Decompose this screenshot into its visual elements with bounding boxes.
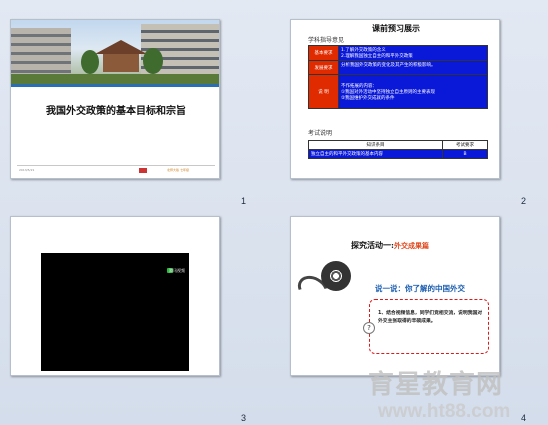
row-label: 说 明 — [308, 74, 339, 109]
section-label: 学科指导意见 — [308, 37, 345, 44]
activity-subheading: 说一说：你了解的中国外交 — [375, 284, 465, 293]
activity-heading: 探究活动一:外交成果篇 — [351, 240, 429, 250]
question-box: 1、结合视频信息，同学们竞相交流，说明我国对外交主张取得的丰硕成果。 — [369, 299, 489, 354]
question-mark-icon: ? — [363, 322, 375, 334]
film-reel-icon — [321, 261, 351, 291]
slide-title: 课前预习展示 — [372, 24, 420, 33]
exam-table: 知识条目 考试要求 独立自主的和平外交政策的基本内容 B — [308, 140, 488, 159]
slide-number-2: 2 — [521, 196, 527, 206]
watermark-logo: 育星教育网 — [368, 370, 504, 400]
slide-thumbnail-3[interactable]: 腾讯视频 — [10, 216, 220, 376]
slide-number-3: 3 — [241, 413, 247, 423]
title-divider — [11, 84, 219, 87]
footer-logo-icon — [139, 168, 147, 173]
watermark-url: www.ht88.com — [378, 401, 511, 422]
guidance-table: 基本要求 1.了解外交政策的含义 2.理解我国独立自主的和平外交政策 发展要求 … — [308, 45, 488, 109]
row-label: 发展要求 — [308, 60, 339, 75]
slide-title: 我国外交政策的基本目标和宗旨 — [46, 106, 186, 117]
slide-number-1: 1 — [241, 196, 247, 206]
section-label: 考试说明 — [308, 130, 333, 137]
video-brand-label: 腾讯视频 — [169, 268, 185, 273]
slide-thumbnail-2[interactable]: 课前预习展示 学科指导意见 基本要求 1.了解外交政策的含义 2.理解我国独立自… — [290, 19, 500, 179]
slide-number-4: 4 — [521, 413, 527, 423]
video-player[interactable]: 腾讯视频 — [41, 253, 189, 371]
slide-thumbnail-4[interactable]: 探究活动一:外交成果篇 说一说：你了解的中国外交 1、结合视频信息，同学们竞相交… — [290, 216, 500, 376]
footer-divider — [17, 165, 215, 166]
school-photo — [11, 20, 219, 84]
row-label: 基本要求 — [308, 45, 339, 61]
footer-publisher: 北师大版 七年级 — [167, 168, 189, 172]
question-text: 1、结合视频信息，同学们竞相交流，说明我国对外交主张取得的丰硕成果。 — [378, 311, 483, 324]
slide-thumbnail-1[interactable]: 我国外交政策的基本目标和宗旨 2013/5/21 北师大版 七年级 — [10, 19, 220, 179]
footer-date: 2013/5/21 — [19, 168, 35, 172]
